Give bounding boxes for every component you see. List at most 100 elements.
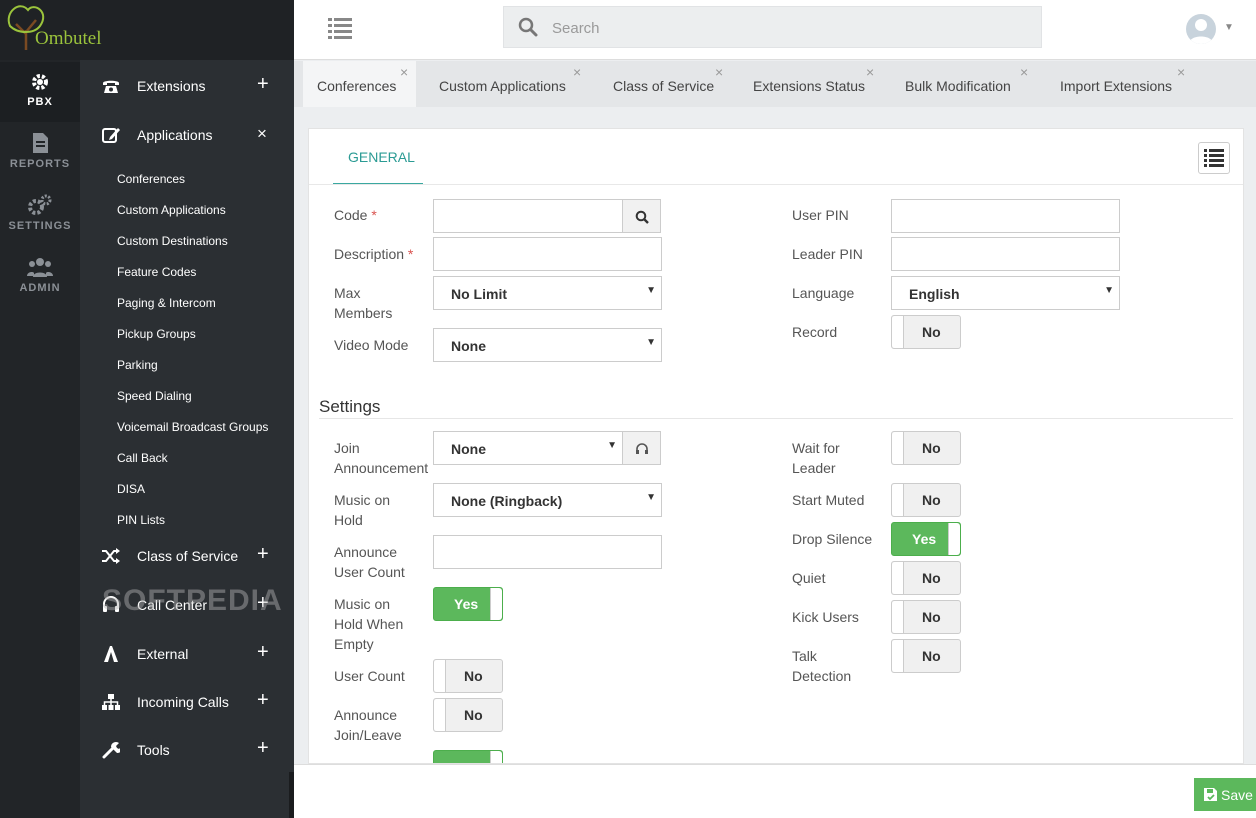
menu-list-icon[interactable] — [328, 17, 352, 39]
caret-down-icon: ▼ — [607, 440, 617, 451]
tab-bar: Conferences × Custom Applications × Clas… — [294, 61, 1256, 107]
code-lookup-button[interactable] — [622, 199, 661, 233]
expand-toggle[interactable]: + — [257, 73, 269, 96]
list-view-button[interactable] — [1198, 142, 1230, 174]
record-toggle[interactable]: No — [891, 315, 961, 349]
rail-item-reports[interactable]: REPORTS — [0, 132, 80, 182]
tab-general[interactable]: GENERAL — [333, 129, 423, 185]
moh-when-empty-toggle[interactable]: Yes — [433, 587, 503, 621]
select-value: None — [451, 441, 486, 457]
join-announcement-select[interactable]: None ▼ — [433, 431, 623, 465]
tab-label: Conferences — [317, 78, 397, 94]
leader-pin-input[interactable] — [891, 237, 1120, 271]
tab-bulk-modification[interactable]: Bulk Modification × — [905, 61, 1032, 107]
language-select[interactable]: English ▼ — [891, 276, 1120, 310]
avatar[interactable] — [1186, 14, 1216, 44]
user-avatar-icon — [1189, 19, 1213, 44]
sidebar-group-tools[interactable]: Tools + — [80, 729, 294, 769]
music-on-hold-select[interactable]: None (Ringback) ▼ — [433, 483, 662, 517]
sidebar-group-label: Incoming Calls — [137, 694, 229, 710]
close-icon[interactable]: × — [400, 64, 408, 80]
users-icon — [27, 258, 53, 277]
settings-heading: Settings — [319, 397, 381, 416]
label-text: Description — [334, 246, 405, 262]
drop-silence-toggle[interactable]: Yes — [891, 522, 961, 556]
sidebar-group-external[interactable]: External + — [80, 633, 294, 673]
close-icon[interactable]: × — [1020, 64, 1028, 80]
save-button[interactable]: Save — [1194, 778, 1256, 811]
select-value: None (Ringback) — [451, 493, 563, 509]
sidebar-group-incoming-calls[interactable]: Incoming Calls + — [80, 681, 294, 721]
rail-item-pbx[interactable]: PBX — [0, 62, 80, 122]
tab-import-extensions[interactable]: Import Extensions × — [1060, 61, 1190, 107]
toggle-label: No — [922, 492, 941, 508]
rail-item-settings[interactable]: SETTINGS — [0, 194, 80, 244]
search-input[interactable] — [552, 16, 1022, 40]
partial-toggle[interactable] — [433, 750, 503, 763]
sidebar-group-extensions[interactable]: Extensions + — [80, 65, 294, 105]
sidebar-group-class-of-service[interactable]: Class of Service + — [80, 535, 294, 575]
top-bar: ▼ — [294, 0, 1256, 60]
sidebar-item-call-back[interactable]: Call Back — [117, 451, 168, 465]
announce-join-leave-toggle[interactable]: No — [433, 698, 503, 732]
toggle-knob — [892, 432, 904, 464]
announce-user-count-input[interactable] — [433, 535, 662, 569]
caret-down-icon: ▼ — [646, 492, 656, 503]
start-muted-toggle[interactable]: No — [891, 483, 961, 517]
user-count-toggle[interactable]: No — [433, 659, 503, 693]
user-pin-input[interactable] — [891, 199, 1120, 233]
play-announcement-button[interactable] — [622, 431, 661, 465]
toggle-knob — [434, 699, 446, 731]
expand-toggle[interactable]: + — [257, 737, 269, 760]
max-members-select[interactable]: No Limit ▼ — [433, 276, 662, 310]
toggle-knob — [892, 316, 904, 348]
tab-extensions-status[interactable]: Extensions Status × — [753, 61, 878, 107]
sidebar-item-custom-destinations[interactable]: Custom Destinations — [117, 234, 228, 248]
description-input[interactable] — [433, 237, 662, 271]
close-icon[interactable]: × — [866, 64, 874, 80]
rail-label: ADMIN — [19, 282, 61, 294]
code-input[interactable] — [433, 199, 623, 233]
sidebar-item-voicemail-broadcast-groups[interactable]: Voicemail Broadcast Groups — [117, 420, 268, 434]
tab-class-of-service[interactable]: Class of Service × — [613, 61, 728, 107]
quiet-toggle[interactable]: No — [891, 561, 961, 595]
collapse-toggle[interactable]: × — [257, 124, 267, 144]
app-logo[interactable]: Ombutel — [0, 0, 294, 60]
expand-toggle[interactable]: + — [257, 641, 269, 664]
save-label: Save — [1221, 787, 1253, 803]
close-icon[interactable]: × — [715, 64, 723, 80]
sidebar-item-parking[interactable]: Parking — [117, 358, 158, 372]
sidebar-item-custom-applications[interactable]: Custom Applications — [117, 203, 226, 217]
sidebar-item-pin-lists[interactable]: PIN Lists — [117, 513, 165, 527]
sidebar-group-applications[interactable]: Applications × — [80, 114, 294, 154]
tab-custom-applications[interactable]: Custom Applications × — [439, 61, 589, 107]
search-box[interactable] — [503, 6, 1042, 48]
chevron-down-icon[interactable]: ▼ — [1224, 22, 1234, 33]
toggle-label: No — [922, 324, 941, 340]
close-icon[interactable]: × — [1177, 64, 1185, 80]
sidebar-group-label: Class of Service — [137, 548, 239, 564]
save-icon — [1204, 788, 1217, 801]
sidebar-item-feature-codes[interactable]: Feature Codes — [117, 265, 196, 279]
sidebar-item-conferences[interactable]: Conferences — [117, 172, 185, 186]
kick-users-toggle[interactable]: No — [891, 600, 961, 634]
sidebar-item-pickup-groups[interactable]: Pickup Groups — [117, 327, 196, 341]
sidebar-item-disa[interactable]: DISA — [117, 482, 145, 496]
expand-toggle[interactable]: + — [257, 543, 269, 566]
tab-label: Bulk Modification — [905, 78, 1011, 94]
sidebar-group-label: External — [137, 646, 189, 662]
sidebar-item-speed-dialing[interactable]: Speed Dialing — [117, 389, 192, 403]
sidebar-item-paging-intercom[interactable]: Paging & Intercom — [117, 296, 216, 310]
code-label: Code * — [334, 205, 377, 225]
video-mode-select[interactable]: None ▼ — [433, 328, 662, 362]
tab-conferences[interactable]: Conferences × — [303, 61, 416, 107]
rail-item-admin[interactable]: ADMIN — [0, 256, 80, 306]
wait-for-leader-toggle[interactable]: No — [891, 431, 961, 465]
talk-detection-toggle[interactable]: No — [891, 639, 961, 673]
sidebar-group-label: Tools — [137, 742, 170, 758]
toggle-knob — [892, 640, 904, 672]
expand-toggle[interactable]: + — [257, 689, 269, 712]
close-icon[interactable]: × — [573, 64, 581, 80]
module-rail: PBX REPORTS SETTINGS ADMIN — [0, 0, 80, 818]
toggle-knob — [490, 588, 502, 620]
